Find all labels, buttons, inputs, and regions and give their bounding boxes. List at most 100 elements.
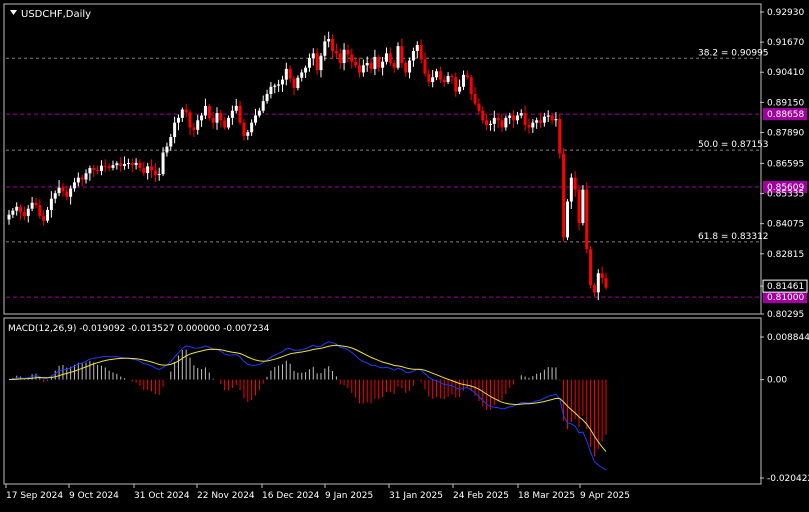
candle-body [419,44,423,60]
price-tick-label: 0.84075 [767,220,804,230]
candle-body [88,168,92,174]
candle-body [562,153,566,238]
candle-body [473,93,477,104]
candle-body [527,125,531,128]
candle-body [392,62,396,68]
candle-body [465,74,469,78]
candle-body [604,278,608,288]
candle-body [357,65,361,73]
candle-body [346,49,350,55]
candle-body [334,50,338,54]
candle-body [238,105,242,123]
price-tick-label: 0.89150 [767,98,804,108]
candle-body [84,173,88,180]
candle-body [338,53,342,63]
candle-body [431,77,435,83]
price-tick-label: 0.91670 [767,38,804,48]
candle-body [99,165,103,171]
candle-body [354,61,358,66]
candle-body [585,189,589,250]
candle-body [296,77,300,89]
candle-body [15,206,19,211]
candle-body [542,116,546,123]
candle-body [203,105,207,116]
price-tick-label: 0.86595 [767,159,804,169]
candle-body [280,79,284,85]
symbol-label[interactable]: USDCHF,Daily [21,9,91,20]
candle-body [53,193,57,199]
candle-body [138,162,142,169]
candle-body [342,49,346,63]
price-tick-label: 0.82815 [767,250,804,260]
time-tick-label: 22 Nov 2024 [197,491,255,501]
candle-body [485,120,489,126]
candle-body [269,86,273,94]
candle-body [331,39,335,51]
candle-body [227,117,231,128]
candle-body [323,41,327,56]
candle-body [223,120,227,128]
candle-body [180,109,184,118]
candle-body [184,109,188,113]
time-tick-label: 24 Feb 2025 [453,491,509,501]
candle-body [350,54,354,62]
candle-body [292,78,296,89]
candle-body [519,113,523,116]
macd-tick-label: 0.008844 [767,333,809,343]
price-tick-label: 0.87890 [767,128,804,138]
candle-body [111,165,115,168]
price-tick-label: 0.85335 [767,190,804,200]
candle-body [558,119,562,154]
macd-tick-label: 0.00 [767,376,787,386]
candle-body [69,188,73,197]
price-tick-label: 0.80295 [767,310,804,320]
candle-body [80,177,84,180]
candle-body [327,39,331,42]
candle-body [284,68,288,80]
candle-body [307,58,311,68]
level-tag-label: 0.88658 [767,110,804,120]
candle-body [454,77,458,92]
candle-body [508,115,512,118]
chart-window: USDCHF,Daily 38.2 = 0.90995 50.0 = 0.8715… [0,0,809,508]
candle-body [49,198,53,210]
candle-body [34,202,38,206]
candle-body [384,53,388,62]
candle-body [288,68,292,79]
candle-body [234,105,238,111]
candle-body [492,117,496,124]
candle-body [304,67,308,73]
candle-body [192,127,196,130]
candle-body [573,177,577,190]
candle-body [550,115,554,121]
candle-body [261,101,265,111]
chart-canvas[interactable]: USDCHF,Daily 38.2 = 0.90995 50.0 = 0.8715… [0,0,809,508]
candle-body [469,77,473,94]
candle-body [30,202,34,209]
candle-body [512,115,516,121]
macd-label: MACD(12,26,9) -0.019092 -0.013527 0.0000… [8,324,270,334]
candle-body [207,105,211,118]
candle-body [477,103,481,111]
candle-body [458,86,462,92]
candle-body [581,189,585,224]
candle-body [592,285,596,293]
candle-body [461,74,465,87]
candle-body [404,62,408,73]
candle-body [130,163,134,165]
candle-body [535,120,539,123]
candle-body [196,120,200,130]
candle-body [504,117,508,128]
candle-body [76,177,80,183]
candle-body [242,122,246,136]
candle-body [65,191,69,197]
candle-body [107,166,111,168]
candle-body [300,72,304,78]
candle-body [103,165,107,167]
candle-body [596,273,600,293]
candle-body [11,210,15,215]
candle-body [500,120,504,128]
candle-body [531,122,535,128]
time-tick-label: 17 Sep 2024 [6,491,63,501]
chart-background [0,0,809,508]
